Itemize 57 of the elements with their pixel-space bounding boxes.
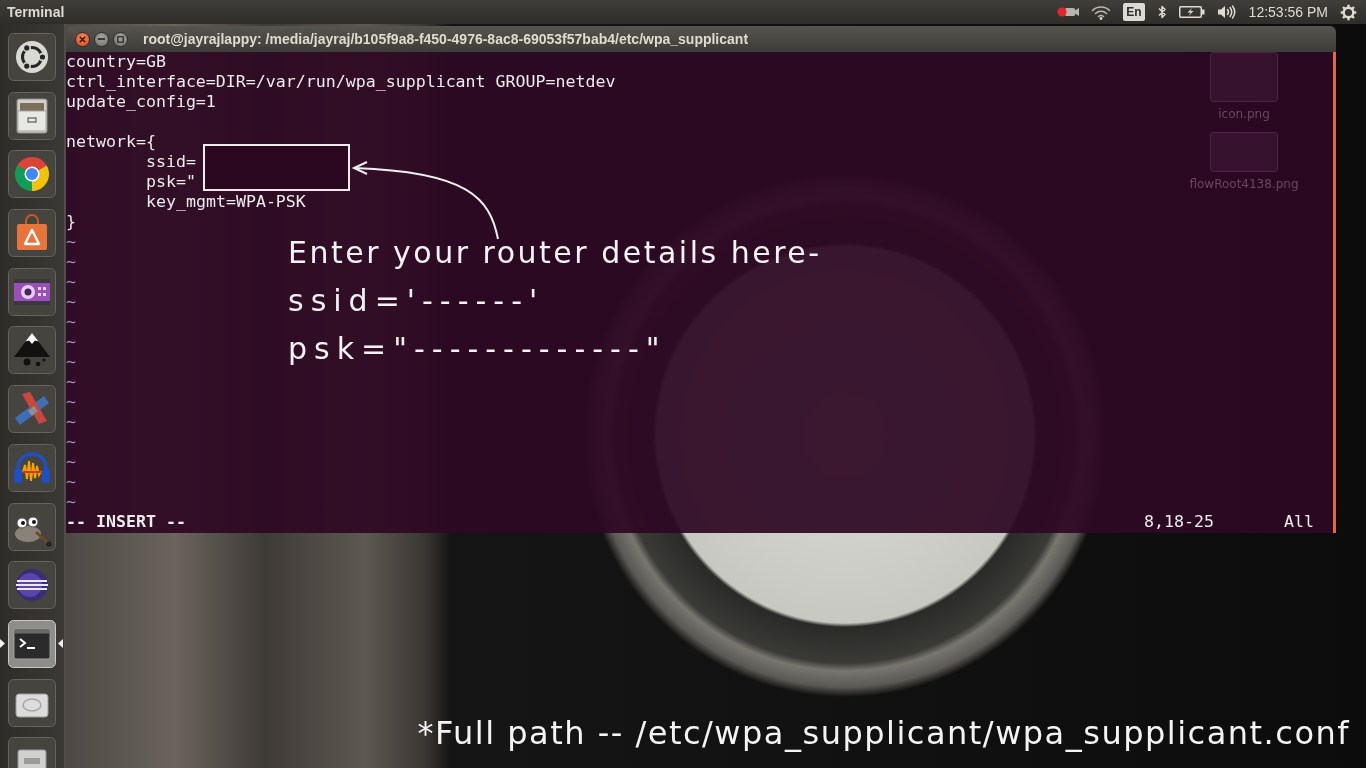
annotation-heading: Enter your router details here- <box>288 235 822 271</box>
settings-icon[interactable] <box>1340 3 1357 21</box>
empty-line-marker: ~ <box>66 232 76 251</box>
app-title: Terminal <box>7 3 65 21</box>
code-line: psk=" <box>146 172 196 191</box>
maximize-icon <box>117 35 124 43</box>
code-line: country=GB <box>66 52 166 71</box>
code-line: key_mgmt=WPA-PSK <box>146 192 306 211</box>
film-camera-icon[interactable] <box>8 267 56 316</box>
headphones-wave-icon[interactable] <box>8 443 56 492</box>
shopping-bag-icon[interactable] <box>8 209 56 258</box>
volume-icon[interactable] <box>1216 5 1237 19</box>
scroll-position: All <box>1284 512 1314 532</box>
caption-text: *Full path -- /etc/wpa_supplicant/wpa_supplicant.conf <box>417 714 1350 752</box>
empty-line-marker: ~ <box>66 312 76 331</box>
crossed-strips-icon[interactable] <box>8 385 56 434</box>
code-line: ssid= <box>146 152 196 171</box>
empty-line-marker: ~ <box>66 492 76 511</box>
code-line: } <box>66 212 76 231</box>
window-title: root@jayrajlappy: /media/jayraj/b105f9a8-f450-4976-8ac8-69053f57bab4/etc/wpa_supplicant <box>143 30 749 48</box>
file-drawer-icon[interactable] <box>8 91 56 140</box>
empty-line-marker: ~ <box>66 452 76 471</box>
empty-line-marker: ~ <box>66 332 76 351</box>
ink-mountain-icon[interactable] <box>8 326 56 375</box>
empty-line-marker: ~ <box>66 392 76 411</box>
annotation-line: ssid='------' <box>288 283 545 318</box>
wifi-icon[interactable] <box>1091 4 1112 20</box>
keyboard-layout-indicator[interactable]: En <box>1123 3 1145 21</box>
drive-icon[interactable] <box>8 678 56 727</box>
camera-record-icon[interactable] <box>1057 5 1080 19</box>
battery-charging-icon[interactable] <box>1178 6 1205 18</box>
minimize-icon <box>98 38 105 40</box>
empty-line-marker: ~ <box>66 252 76 271</box>
code-line: ctrl_interface=DIR=/var/run/wpa_supplicant GROUP=netdev <box>66 72 616 91</box>
empty-line-marker: ~ <box>66 372 76 391</box>
close-icon <box>79 35 86 43</box>
empty-line-marker: ~ <box>66 432 76 451</box>
image-thumbnail[interactable] <box>1210 52 1278 102</box>
empty-line-marker: ~ <box>66 352 76 371</box>
image-thumbnail[interactable] <box>1210 132 1278 172</box>
critter-brush-icon[interactable] <box>8 502 56 551</box>
ring-dots-icon[interactable] <box>8 33 56 81</box>
empty-line-marker: ~ <box>66 472 76 491</box>
empty-line-marker: ~ <box>66 412 76 431</box>
code-line: network={ <box>66 132 156 151</box>
maximize-button[interactable] <box>113 31 128 47</box>
clock-indicator[interactable]: 12:53:56 PM <box>1248 3 1328 21</box>
minimize-button[interactable] <box>94 31 109 47</box>
terminal-icon[interactable] <box>8 619 56 668</box>
cursor-position: 8,18-25 <box>1144 512 1214 532</box>
empty-line-marker: ~ <box>66 272 76 291</box>
code-line: update_config=1 <box>66 92 216 111</box>
annotation-line: psk="-------------" <box>288 331 667 366</box>
vim-mode-indicator: -- INSERT -- <box>66 512 186 532</box>
bluetooth-icon[interactable] <box>1156 4 1167 20</box>
empty-line-marker: ~ <box>66 292 76 311</box>
close-button[interactable] <box>75 31 90 47</box>
